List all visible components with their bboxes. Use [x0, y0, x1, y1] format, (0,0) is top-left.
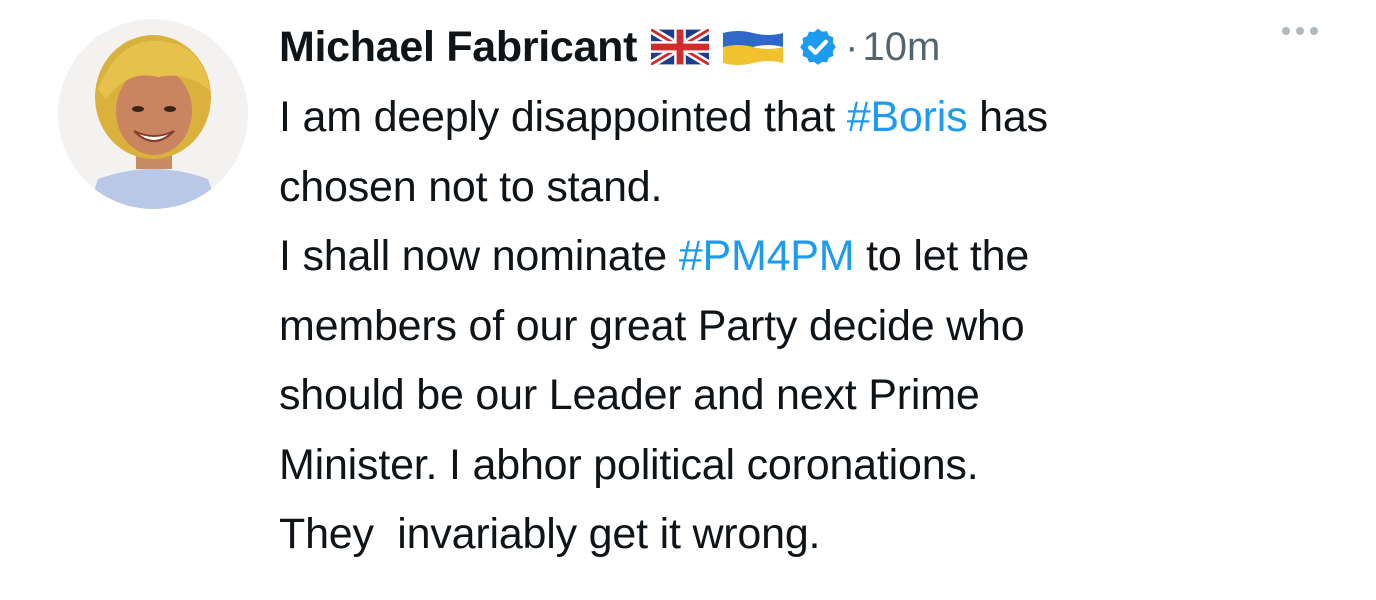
tweet-line-6: Minister. I abhor political coronations. [279, 440, 979, 489]
ukraine-flag-icon [723, 29, 784, 65]
hashtag-boris[interactable]: #Boris [847, 93, 968, 141]
uk-flag-icon [651, 29, 710, 65]
tweet-text: I am deeply disappointed that #Boris has… [279, 83, 1356, 570]
tweet: Michael Fabricant · 10m I am deeply disa… [0, 0, 1376, 600]
tweet-line-7: They invariably get it wrong. [279, 510, 821, 558]
hashtag-pm4pm[interactable]: #PM4PM [679, 232, 855, 280]
verified-badge-icon[interactable] [797, 26, 839, 68]
tweet-line-5: should be our Leader and next Prime [279, 371, 980, 419]
timestamp[interactable]: 10m [862, 25, 940, 70]
separator-dot: · [845, 24, 859, 69]
tweet-line-1: I am deeply disappointed that #Boris has [279, 93, 1048, 141]
tweet-line-2: chosen not to stand. [279, 162, 663, 211]
tweet-content: Michael Fabricant · 10m I am deeply disa… [279, 13, 1356, 570]
tweet-header: Michael Fabricant · 10m [279, 13, 1356, 81]
more-options-icon[interactable] [1282, 27, 1318, 35]
tweet-line-3: I shall now nominate #PM4PM to let the [279, 232, 1030, 280]
avatar[interactable] [58, 19, 248, 209]
tweet-line-4: members of our great Party decide who [279, 301, 1025, 350]
author-name[interactable]: Michael Fabricant [279, 23, 637, 72]
